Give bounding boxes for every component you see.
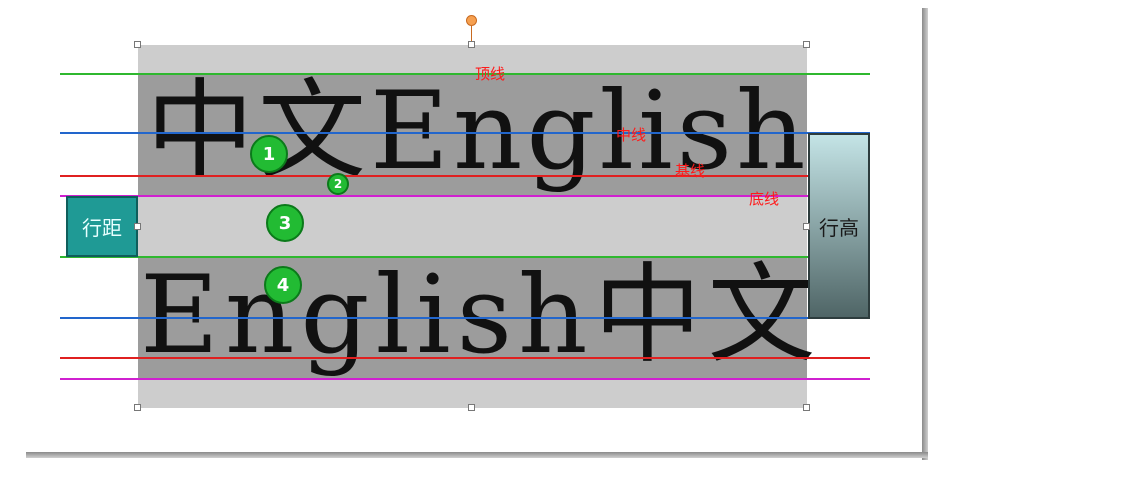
page-shadow-right (922, 8, 928, 460)
resize-handle-bottom-left[interactable] (134, 404, 141, 411)
page-shadow-bottom (26, 452, 928, 458)
bottom-line-label: 底线 (749, 190, 780, 208)
top-line-guide-2 (60, 256, 870, 258)
resize-handle-right[interactable] (803, 223, 810, 230)
mid-line-label: 中线 (616, 126, 647, 144)
leading-label: 行距 (66, 196, 138, 257)
badge-3: 3 (266, 204, 304, 242)
resize-handle-bottom[interactable] (468, 404, 475, 411)
badge-2: 2 (327, 173, 349, 195)
bottom-line-guide-2 (60, 378, 870, 380)
text-line-2: English中文 (140, 253, 822, 378)
top-line-guide-1 (60, 73, 870, 75)
base-line-guide-2 (60, 357, 870, 359)
line-height-label: 行高 (808, 133, 870, 319)
resize-handle-top-right[interactable] (803, 41, 810, 48)
badge-1: 1 (250, 135, 288, 173)
resize-handle-left[interactable] (134, 223, 141, 230)
base-line-guide-1 (60, 175, 870, 177)
resize-handle-bottom-right[interactable] (803, 404, 810, 411)
top-line-label: 顶线 (475, 65, 506, 83)
badge-4: 4 (264, 266, 302, 304)
base-line-label: 基线 (675, 162, 706, 180)
resize-handle-top[interactable] (468, 41, 475, 48)
mid-line-guide-1 (60, 132, 870, 134)
rotate-handle[interactable] (466, 15, 477, 26)
resize-handle-top-left[interactable] (134, 41, 141, 48)
mid-line-guide-2 (60, 317, 870, 319)
